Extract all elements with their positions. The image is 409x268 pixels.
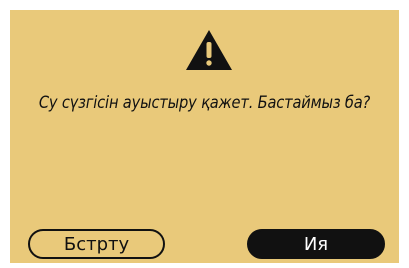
warning-icon: [186, 30, 232, 70]
filter-replace-dialog: Су сүзгісін ауыстыру қажет. Бастаймыз ба…: [10, 10, 399, 263]
dialog-message: Су сүзгісін ауыстыру қажет. Бастаймыз ба…: [38, 93, 371, 113]
cancel-button[interactable]: Бстрту: [28, 229, 165, 259]
confirm-button[interactable]: Ия: [247, 229, 385, 259]
